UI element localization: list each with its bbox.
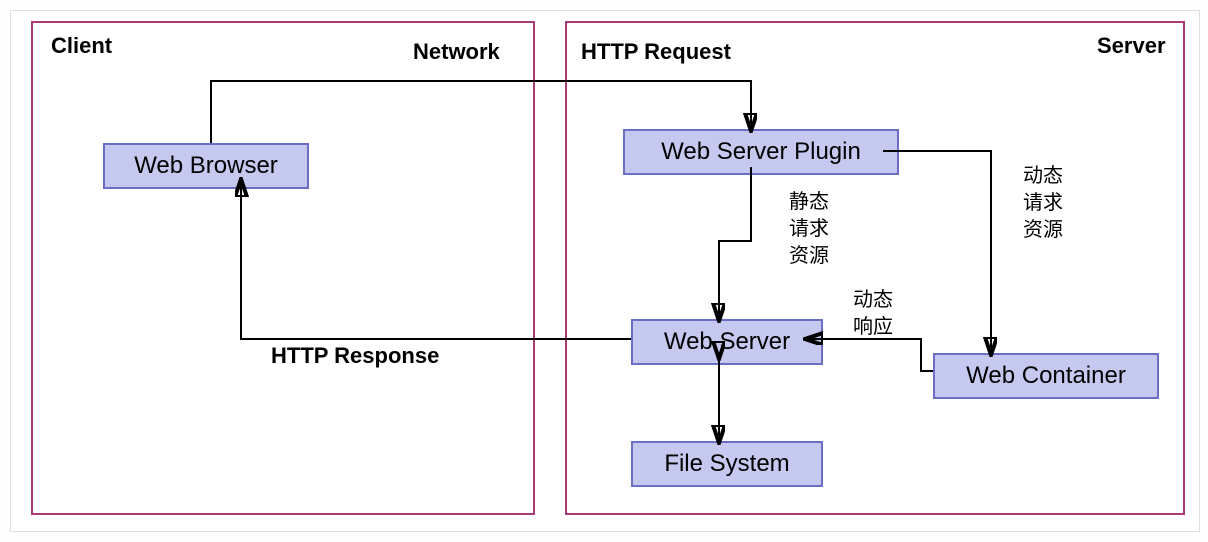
server-frame-label: Server bbox=[1097, 33, 1166, 59]
network-label: Network bbox=[413, 39, 500, 65]
http-request-label: HTTP Request bbox=[581, 39, 731, 65]
dynamic-request-label: 动态 请求 资源 bbox=[1023, 163, 1063, 244]
web-server-plugin-box: Web Server Plugin bbox=[623, 129, 899, 175]
dynamic-response-label: 动态 响应 bbox=[853, 287, 893, 341]
diagram-canvas: Client Server Web Browser Web Server Plu… bbox=[10, 10, 1200, 532]
client-frame bbox=[31, 21, 535, 515]
static-request-label: 静态 请求 资源 bbox=[789, 189, 829, 270]
client-frame-label: Client bbox=[51, 33, 112, 59]
http-response-label: HTTP Response bbox=[271, 343, 439, 369]
web-server-box: Web Server bbox=[631, 319, 823, 365]
web-browser-box: Web Browser bbox=[103, 143, 309, 189]
web-container-box: Web Container bbox=[933, 353, 1159, 399]
file-system-box: File System bbox=[631, 441, 823, 487]
